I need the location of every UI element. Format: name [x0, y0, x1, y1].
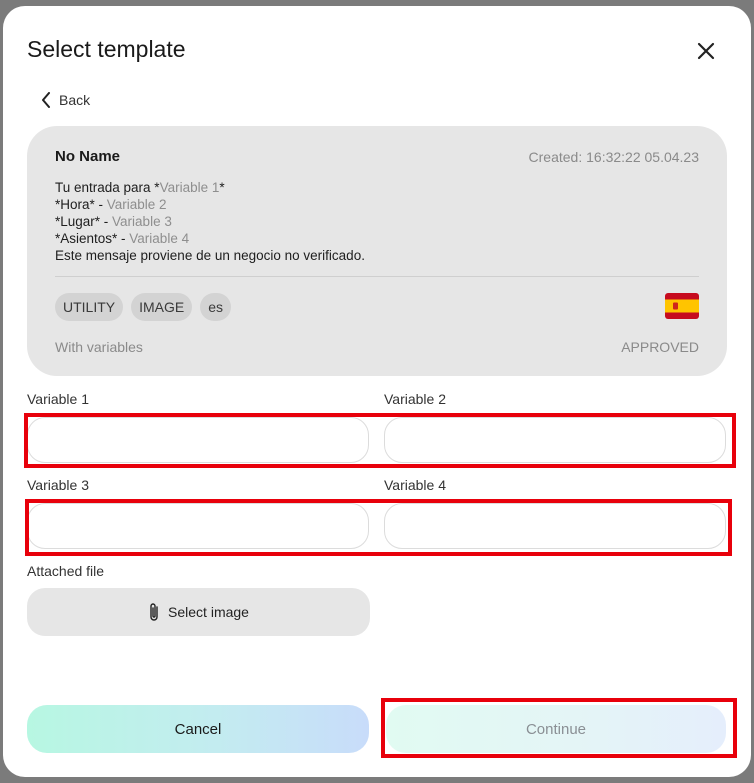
cancel-label: Cancel — [174, 720, 222, 738]
chevron-left-icon — [42, 92, 50, 108]
type-tag: IMAGE — [131, 293, 193, 321]
spain-flag-icon — [665, 293, 699, 319]
variable-3-input[interactable] — [27, 503, 369, 549]
card-divider — [55, 276, 699, 277]
select-image-button[interactable]: Select image — [27, 588, 370, 636]
select-image-label: Select image — [168, 604, 249, 620]
select-template-dialog: Select template Back No Name Created: 16… — [3, 6, 751, 777]
variable-2-input[interactable] — [384, 417, 726, 463]
template-name: No Name — [55, 148, 121, 165]
cancel-button[interactable]: Cancel — [27, 705, 369, 753]
continue-label: Continue — [525, 720, 587, 738]
variables-note: With variables — [55, 339, 143, 355]
variable-1-label: Variable 1 — [27, 391, 90, 407]
attached-file-label: Attached file — [27, 563, 105, 579]
close-button[interactable] — [695, 40, 717, 62]
variable-4-label: Variable 4 — [384, 477, 447, 493]
variable-3-label: Variable 3 — [27, 477, 90, 493]
status-badge: APPROVED — [621, 339, 699, 355]
template-body-line: *Asientos* - Variable 4 — [55, 231, 190, 246]
dialog-title: Select template — [27, 36, 186, 62]
template-card: No Name Created: 16:32:22 05.04.23 Tu en… — [27, 126, 727, 376]
language-tag: es — [200, 293, 232, 321]
back-link[interactable]: Back — [41, 92, 90, 108]
variable-4-input[interactable] — [384, 503, 726, 549]
paperclip-icon — [150, 603, 158, 621]
template-body: Tu entrada para *Variable 1* *Hora* - Va… — [55, 179, 365, 264]
template-body-line: Este mensaje proviene de un negocio no v… — [55, 248, 365, 263]
template-created-date: Created: 16:32:22 05.04.23 — [528, 149, 699, 165]
template-body-line: *Lugar* - Variable 3 — [55, 214, 172, 229]
template-body-line: Tu entrada para *Variable 1* — [55, 180, 225, 195]
continue-button[interactable]: Continue — [386, 705, 726, 753]
back-label: Back — [59, 92, 91, 108]
variable-1-input[interactable] — [27, 417, 369, 463]
template-tags: UTILITY IMAGE es — [55, 293, 232, 321]
template-body-line: *Hora* - Variable 2 — [55, 197, 167, 212]
category-tag: UTILITY — [55, 293, 124, 321]
close-icon — [697, 42, 715, 60]
variable-2-label: Variable 2 — [384, 391, 447, 407]
